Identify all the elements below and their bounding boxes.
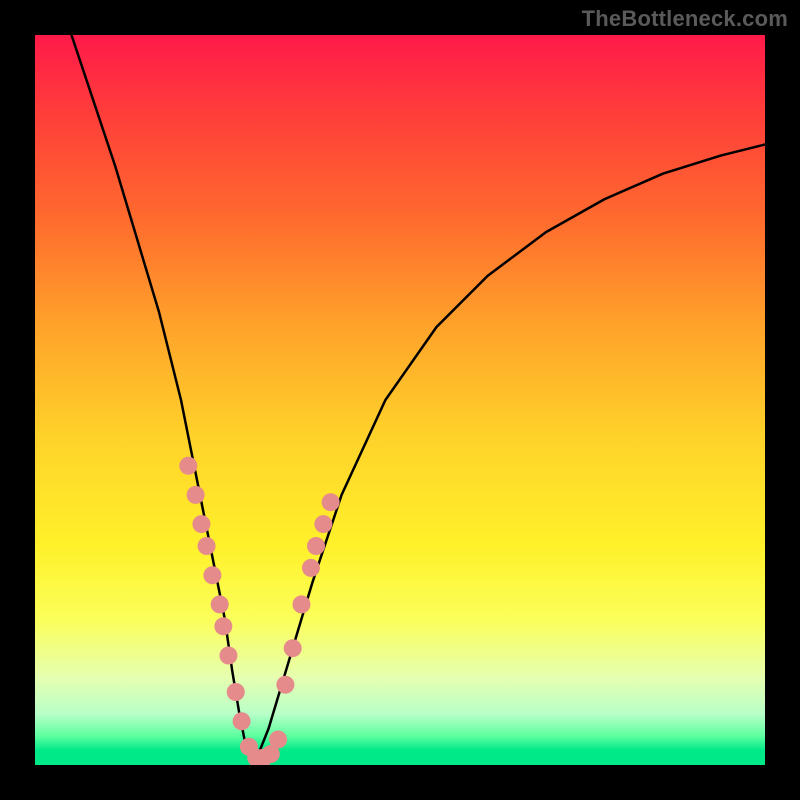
data-point (314, 515, 332, 533)
data-point (198, 537, 216, 555)
data-point (203, 566, 221, 584)
data-point (284, 639, 302, 657)
data-point (219, 647, 237, 665)
data-point (214, 617, 232, 635)
data-point (276, 676, 294, 694)
curve-layer (72, 35, 766, 765)
chart-frame: TheBottleneck.com (0, 0, 800, 800)
plot-area (35, 35, 765, 765)
scatter-layer (179, 457, 339, 765)
curve-bottleneck-curve-right (254, 145, 765, 766)
data-point (269, 730, 287, 748)
data-point (322, 493, 340, 511)
data-point (179, 457, 197, 475)
watermark-text: TheBottleneck.com (582, 6, 788, 32)
data-point (187, 486, 205, 504)
data-point (211, 595, 229, 613)
data-point (233, 712, 251, 730)
data-point (292, 595, 310, 613)
data-point (227, 683, 245, 701)
data-point (302, 559, 320, 577)
chart-svg (35, 35, 765, 765)
data-point (192, 515, 210, 533)
data-point (307, 537, 325, 555)
